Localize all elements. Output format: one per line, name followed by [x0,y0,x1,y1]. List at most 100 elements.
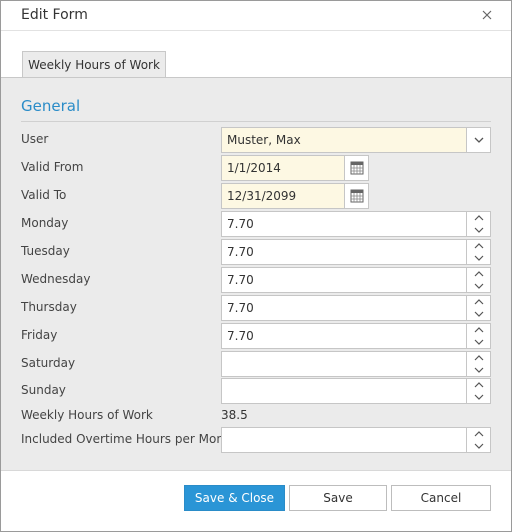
overtime-decrement-button[interactable] [467,440,490,452]
user-combobox[interactable] [221,127,491,153]
monday-increment-button[interactable] [467,212,490,224]
save-button[interactable]: Save [289,485,387,511]
friday-numeric-field[interactable] [221,323,491,349]
friday-label: Friday [21,328,58,342]
chevron-up-icon [474,271,484,277]
dialog-title: Edit Form [21,7,88,23]
thursday-label: Thursday [21,300,77,314]
sunday-spinner [466,379,490,403]
monday-numeric-field[interactable] [221,211,491,237]
valid-from-calendar-button[interactable] [344,156,368,180]
monday-input[interactable] [222,212,466,236]
row-valid-to: Valid To [1,183,511,209]
row-user: User [1,127,511,153]
sunday-increment-button[interactable] [467,379,490,391]
cancel-button[interactable]: Cancel [391,485,491,511]
valid-from-input[interactable] [222,156,346,180]
chevron-down-icon [474,394,484,400]
chevron-down-icon [474,311,484,317]
chevron-down-icon [474,227,484,233]
thursday-numeric-field[interactable] [221,295,491,321]
edit-form-dialog: Edit Form Weekly Hours of Work General U… [0,0,512,532]
valid-from-datepicker[interactable] [221,155,369,181]
monday-spinner [466,212,490,236]
wednesday-spinner [466,268,490,292]
chevron-down-icon [474,283,484,289]
saturday-input[interactable] [222,352,466,376]
weekly-hours-label: Weekly Hours of Work [21,408,153,422]
row-weekly-hours: Weekly Hours of Work 38.5 [1,403,511,429]
valid-from-label: Valid From [21,160,84,174]
form-content: General User Valid From [1,77,511,471]
thursday-increment-button[interactable] [467,296,490,308]
wednesday-decrement-button[interactable] [467,280,490,292]
sunday-numeric-field[interactable] [221,378,491,404]
thursday-spinner [466,296,490,320]
saturday-increment-button[interactable] [467,352,490,364]
weekly-hours-value: 38.5 [221,408,248,422]
sunday-input[interactable] [222,379,466,403]
row-thursday: Thursday [1,295,511,321]
sunday-label: Sunday [21,383,66,397]
wednesday-numeric-field[interactable] [221,267,491,293]
row-sunday: Sunday [1,378,511,404]
chevron-down-icon [474,367,484,373]
overtime-label: Included Overtime Hours per Month [21,432,237,446]
valid-to-datepicker[interactable] [221,183,369,209]
row-monday: Monday [1,211,511,237]
valid-to-input[interactable] [222,184,346,208]
monday-label: Monday [21,216,69,230]
wednesday-increment-button[interactable] [467,268,490,280]
chevron-down-icon [474,339,484,345]
user-input[interactable] [222,128,466,152]
wednesday-input[interactable] [222,268,466,292]
chevron-down-icon [474,255,484,261]
saturday-decrement-button[interactable] [467,364,490,376]
tab-strip: Weekly Hours of Work [1,31,511,79]
tuesday-increment-button[interactable] [467,240,490,252]
user-dropdown-button[interactable] [466,128,490,152]
tuesday-numeric-field[interactable] [221,239,491,265]
chevron-up-icon [474,431,484,437]
section-divider [21,121,491,122]
tuesday-input[interactable] [222,240,466,264]
overtime-numeric-field[interactable] [221,427,491,453]
chevron-up-icon [474,243,484,249]
saturday-numeric-field[interactable] [221,351,491,377]
chevron-up-icon [474,299,484,305]
valid-to-label: Valid To [21,188,67,202]
tuesday-label: Tuesday [21,244,70,258]
overtime-input[interactable] [222,428,466,452]
overtime-spinner [466,428,490,452]
chevron-up-icon [474,215,484,221]
chevron-up-icon [474,355,484,361]
overtime-increment-button[interactable] [467,428,490,440]
row-saturday: Saturday [1,351,511,377]
thursday-input[interactable] [222,296,466,320]
tab-weekly-hours-of-work[interactable]: Weekly Hours of Work [22,51,166,79]
calendar-icon [350,161,364,175]
close-button[interactable] [479,7,495,23]
chevron-up-icon [474,382,484,388]
saturday-label: Saturday [21,356,76,370]
row-valid-from: Valid From [1,155,511,181]
dialog-titlebar: Edit Form [1,1,511,31]
row-tuesday: Tuesday [1,239,511,265]
thursday-decrement-button[interactable] [467,308,490,320]
monday-decrement-button[interactable] [467,224,490,236]
row-wednesday: Wednesday [1,267,511,293]
chevron-down-icon [474,443,484,449]
friday-increment-button[interactable] [467,324,490,336]
chevron-up-icon [474,327,484,333]
friday-decrement-button[interactable] [467,336,490,348]
wednesday-label: Wednesday [21,272,91,286]
friday-input[interactable] [222,324,466,348]
row-overtime: Included Overtime Hours per Month [1,427,511,453]
valid-to-calendar-button[interactable] [344,184,368,208]
sunday-decrement-button[interactable] [467,391,490,403]
tuesday-decrement-button[interactable] [467,252,490,264]
friday-spinner [466,324,490,348]
saturday-spinner [466,352,490,376]
save-and-close-button[interactable]: Save & Close [184,485,285,511]
calendar-icon [350,189,364,203]
